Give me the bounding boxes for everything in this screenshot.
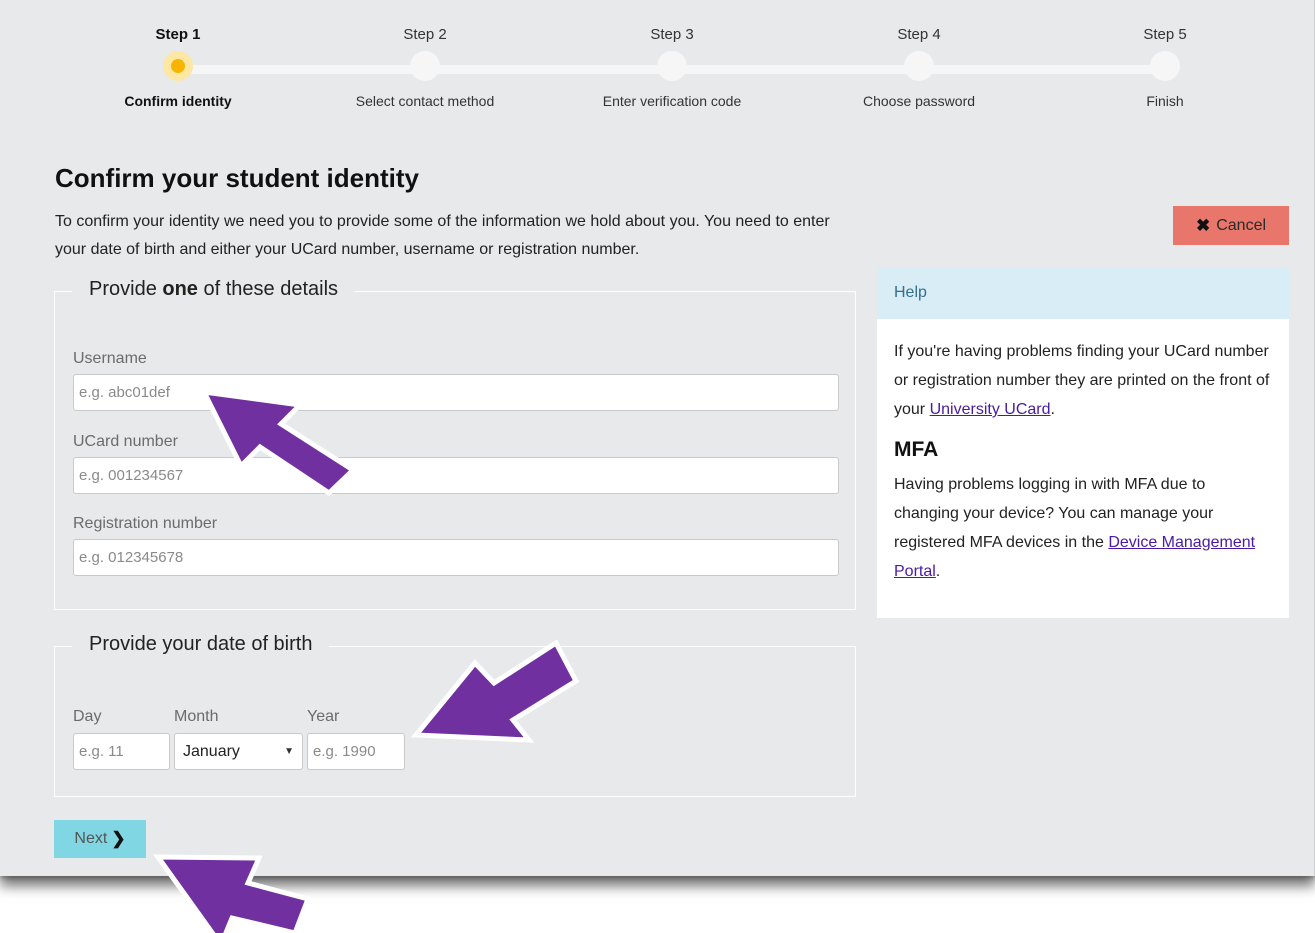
- month-select[interactable]: January ▼: [174, 733, 303, 770]
- step-title: Step 4: [897, 26, 941, 43]
- details-fieldset: Provide one of these details Username UC…: [54, 278, 856, 610]
- legend-suffix: of these details: [197, 278, 339, 300]
- help-header: Help: [877, 267, 1289, 319]
- times-icon: ✖: [1195, 215, 1211, 235]
- next-button[interactable]: Next ❯: [54, 820, 146, 858]
- ucard-number-input[interactable]: [73, 457, 839, 494]
- page-card: Step 1 Confirm identity Step 2 Select co…: [0, 0, 1315, 876]
- username-input[interactable]: [73, 374, 839, 411]
- month-label: Month: [174, 708, 219, 725]
- username-label: Username: [73, 350, 147, 367]
- year-input[interactable]: [307, 733, 405, 770]
- mfa-heading: MFA: [894, 438, 939, 461]
- dob-legend: Provide your date of birth: [72, 633, 330, 656]
- university-ucard-link[interactable]: University UCard: [930, 401, 1051, 418]
- step-dot: [410, 51, 440, 81]
- day-input[interactable]: [73, 733, 170, 770]
- step-label: Confirm identity: [124, 93, 232, 109]
- dob-fieldset: Provide your date of birth Day Month Jan…: [54, 633, 856, 797]
- step-title: Step 2: [403, 26, 447, 43]
- help-panel: Help If you're having problems finding y…: [877, 267, 1289, 618]
- step-dot: [1150, 51, 1180, 81]
- registration-label: Registration number: [73, 515, 218, 532]
- legend-emphasis: one: [162, 278, 198, 300]
- step-title: Step 3: [650, 26, 694, 43]
- cancel-label: Cancel: [1216, 216, 1267, 234]
- cancel-button[interactable]: ✖ Cancel: [1173, 206, 1289, 245]
- ucard-label: UCard number: [73, 433, 178, 450]
- year-label: Year: [307, 708, 340, 725]
- step-dot: [163, 51, 193, 81]
- day-label: Day: [73, 708, 102, 725]
- next-label: Next: [74, 830, 108, 847]
- step-dot: [904, 51, 934, 81]
- month-value: January: [183, 742, 240, 760]
- step-label: Select contact method: [355, 93, 495, 109]
- step-title: Step 1: [155, 26, 201, 43]
- mfa-text-end: .: [935, 563, 941, 580]
- step-title: Step 5: [1143, 26, 1187, 43]
- legend-prefix: Provide: [89, 278, 163, 300]
- step-label: Finish: [1146, 93, 1184, 109]
- help-mfa-text: Having problems logging in with MFA due …: [894, 470, 1272, 586]
- chevron-down-icon: ▼: [284, 746, 294, 757]
- step-label: Choose password: [862, 93, 976, 109]
- registration-number-input[interactable]: [73, 539, 839, 576]
- page-title: Confirm your student identity: [55, 163, 419, 193]
- chevron-right-icon: ❯: [111, 829, 126, 848]
- help-body: If you're having problems finding your U…: [877, 319, 1289, 586]
- help-ucard-text: If you're having problems finding your U…: [894, 337, 1272, 424]
- help-text-end: .: [1050, 401, 1055, 418]
- step-label: Enter verification code: [602, 93, 742, 109]
- intro-text: To confirm your identity we need you to …: [55, 213, 830, 258]
- details-legend: Provide one of these details: [72, 278, 356, 301]
- step-dot: [657, 51, 687, 81]
